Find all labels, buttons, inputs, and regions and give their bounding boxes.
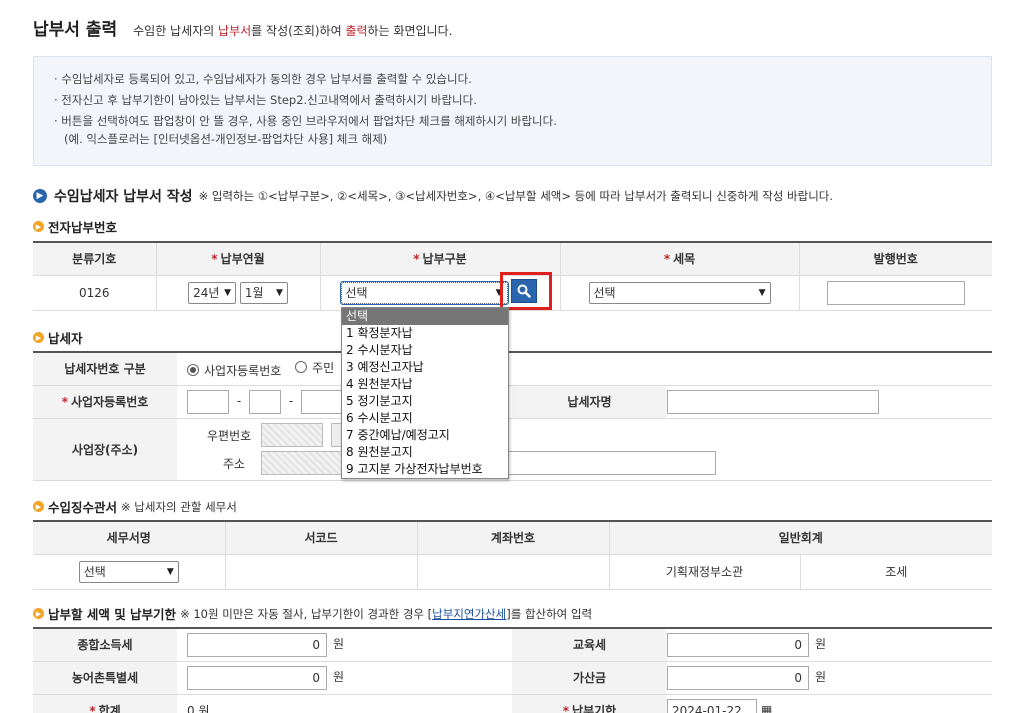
label-income-tax: 종합소득세 — [33, 627, 177, 662]
paytype-select[interactable]: 선택 ▼ — [339, 280, 509, 305]
address-input-2[interactable] — [508, 451, 716, 475]
label-bizno: * 사업자등록번호 — [33, 385, 177, 419]
officename-cell: 선택 ▼ — [33, 554, 225, 590]
bullet-icon: ▶ — [33, 221, 44, 232]
page-description: 수임한 납세자의 납부서를 작성(조회)하여 출력하는 화면입니다. — [133, 24, 453, 38]
zip-label: 우편번호 — [207, 428, 252, 443]
bullet-icon: ▶ — [33, 332, 44, 343]
search-icon — [517, 284, 531, 298]
due-date-input[interactable]: 2024-01-22 — [667, 698, 757, 713]
dropdown-option[interactable]: 5 정기분고지 — [342, 393, 508, 410]
account-cell — [416, 554, 609, 590]
bullet-icon: ▶ — [33, 608, 44, 619]
dropdown-option[interactable]: 2 수시분자납 — [342, 342, 508, 359]
dropdown-option[interactable]: 6 수시분고지 — [342, 410, 508, 427]
issueno-cell — [798, 275, 992, 311]
header-officename: 세무서명 — [33, 520, 225, 555]
taxitem-cell: 선택 ▼ — [559, 275, 799, 311]
header-general: 일반회계 — [608, 520, 993, 555]
label-penalty: 가산금 — [512, 661, 667, 695]
label-address: 사업장(주소) — [33, 418, 177, 481]
penalty-input[interactable]: 0 — [667, 665, 809, 690]
header-code: 분류기호 — [33, 241, 156, 276]
edu-tax-input[interactable]: 0 — [667, 632, 809, 657]
search-button[interactable] — [511, 279, 537, 303]
radio-biz[interactable]: 사업자등록번호 — [187, 362, 281, 379]
notice-line: (예. 익스플로러는 [인터넷옵션-개인정보-팝업차단 사용] 체크 해제) — [64, 132, 388, 146]
section-title: 수임납세자 납부서 작성 — [54, 189, 193, 205]
code-value: 0126 — [33, 275, 156, 311]
income-tax-input[interactable]: 0 — [187, 632, 327, 657]
elec-title: ▶ 전자납부번호 — [33, 217, 121, 236]
calendar-icon[interactable]: ▦ — [761, 703, 772, 713]
chevron-down-icon: ▼ — [758, 287, 766, 298]
bizno-input-2[interactable] — [249, 389, 281, 414]
header-officecode: 서코드 — [224, 520, 417, 555]
notice-line: · 전자신고 후 납부기한이 남아있는 납부서는 Step2.신고내역에서 출력… — [54, 93, 477, 107]
zip-input — [261, 423, 323, 447]
arrow-right-icon: ▶ — [33, 189, 47, 203]
amount-table: 종합소득세 0원 교육세 0원 농어촌특별세 0원 가산금 0원 * 합계 0 원… — [33, 627, 992, 713]
label-rural-tax: 농어촌특별세 — [33, 661, 177, 695]
label-due: * 납부기한 — [512, 694, 667, 713]
taxitem-select[interactable]: 선택 ▼ — [588, 281, 771, 304]
label-edu-tax: 교육세 — [512, 627, 667, 662]
dropdown-option[interactable]: 4 원천분자납 — [342, 376, 508, 393]
header-paytype: * 납부구분 — [319, 241, 560, 276]
dropdown-option[interactable]: 9 고지분 가상전자납부번호 — [342, 461, 508, 478]
page-header: 납부서 출력 수임한 납세자의 납부서를 작성(조회)하여 출력하는 화면입니다… — [33, 15, 452, 43]
section-header: ▶ 수임납세자 납부서 작성 ※ 입력하는 ①<납부구분>, ②<세목>, ③<… — [33, 186, 833, 206]
notice-line: · 버튼을 선택하여도 팝업창이 안 뜰 경우, 사용 중인 브라우저에서 팝업… — [54, 114, 557, 128]
tax-kind: 조세 — [799, 554, 993, 590]
header-taxitem: * 세목 — [559, 241, 799, 276]
amount-title: ▶ 납부할 세액 및 납부기한 ※ 10원 미만은 자동 절사, 납부기한이 경… — [33, 604, 592, 623]
page-title: 납부서 출력 — [33, 20, 118, 40]
label-payername: 납세자명 — [512, 385, 667, 419]
chevron-down-icon: ▼ — [224, 287, 232, 298]
header-issueno: 발행번호 — [798, 241, 992, 276]
officecode-cell — [224, 554, 417, 590]
yearmonth-cell: 24년 ▼ 1월 ▼ — [155, 275, 320, 311]
radio-off-icon — [295, 361, 308, 374]
office-title: ▶ 수입징수관서 ※ 납세자의 관할 세무서 — [33, 497, 237, 516]
payername-input[interactable] — [667, 389, 879, 414]
account-type: 기획재정부소관 — [608, 554, 800, 590]
payername-cell — [667, 385, 992, 419]
section-note: ※ 입력하는 ①<납부구분>, ②<세목>, ③<납세자번호>, ④<납부할 세… — [198, 189, 834, 203]
dropdown-option[interactable]: 3 예정신고자납 — [342, 359, 508, 376]
header-account: 계좌번호 — [416, 520, 609, 555]
chevron-down-icon: ▼ — [166, 566, 174, 577]
bizno-input-1[interactable] — [187, 389, 229, 414]
office-table: 세무서명 서코드 계좌번호 일반회계 선택 ▼ 기획재정부소관 조세 — [33, 520, 993, 590]
chevron-down-icon: ▼ — [275, 287, 283, 298]
notice-box: · 수임납세자로 등록되어 있고, 수임납세자가 동의한 경우 납부서를 출력할… — [33, 56, 992, 166]
dropdown-option[interactable]: 8 원천분고지 — [342, 444, 508, 461]
year-select[interactable]: 24년 ▼ — [188, 281, 237, 304]
idtype-cell: 사업자등록번호 주민 — [177, 351, 992, 386]
paytype-dropdown: 선택 1 확정분자납 2 수시분자납 3 예정신고자납 4 원천분자납 5 정기… — [341, 307, 509, 479]
total-value: 0 — [187, 704, 195, 713]
rural-tax-input[interactable]: 0 — [187, 665, 327, 690]
payer-table: 납세자번호 구분 사업자등록번호 주민 * 사업자등록번호 - - 납세자명 사업… — [33, 351, 992, 481]
notice-line: · 수임납세자로 등록되어 있고, 수임납세자가 동의한 경우 납부서를 출력할… — [54, 72, 472, 86]
radio-on-icon — [187, 364, 199, 377]
month-select[interactable]: 1월 ▼ — [239, 281, 288, 304]
radio-resident[interactable]: 주민 — [295, 359, 334, 376]
dropdown-option[interactable]: 선택 — [342, 308, 508, 325]
dropdown-option[interactable]: 1 확정분자납 — [342, 325, 508, 342]
header-yearmonth: * 납부연월 — [155, 241, 320, 276]
issueno-input[interactable] — [826, 280, 965, 305]
address-label: 주소 — [222, 456, 246, 471]
payer-title: ▶ 납세자 — [33, 328, 87, 347]
office-select[interactable]: 선택 ▼ — [78, 560, 179, 583]
label-idtype: 납세자번호 구분 — [33, 351, 177, 386]
search-highlight — [500, 272, 552, 310]
address-cell: 우편번호 주소 — [177, 418, 992, 481]
address-input-1 — [261, 451, 345, 475]
label-total: * 합계 — [33, 694, 177, 713]
penalty-tax-link[interactable]: 납부지연가산세 — [432, 607, 506, 621]
bullet-icon: ▶ — [33, 501, 44, 512]
dropdown-option[interactable]: 7 중간예납/예정고지 — [342, 427, 508, 444]
